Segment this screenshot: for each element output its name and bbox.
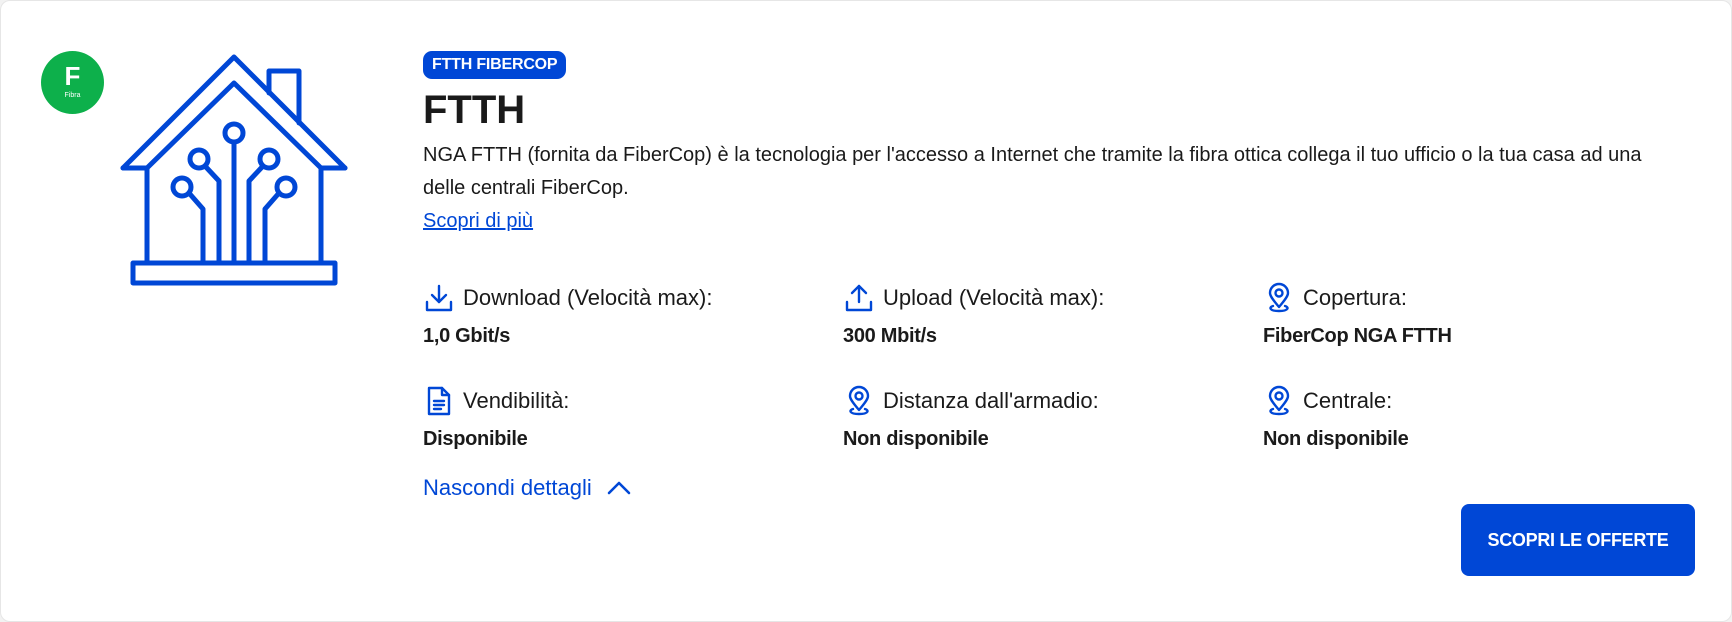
technology-badge: F Fibra <box>41 51 104 114</box>
technology-info: FTTH FIBERCOP FTTH NGA FTTH (fornita da … <box>423 51 1693 235</box>
location-pin-icon <box>1268 385 1290 416</box>
badge-subtitle: Fibra <box>64 92 81 99</box>
badge-letter: F <box>64 61 81 91</box>
technology-title: FTTH <box>423 88 526 132</box>
spec-download: Download (Velocità max): 1,0 Gbit/s <box>423 281 823 348</box>
location-pin-icon <box>848 385 870 416</box>
technology-chip: FTTH FIBERCOP <box>423 51 567 79</box>
upload-icon <box>845 284 873 312</box>
spec-availability: Vendibilità: Disponibile <box>423 384 823 451</box>
learn-more-link[interactable]: Scopri di più <box>423 207 533 235</box>
spec-label: Download (Velocità max): <box>463 285 713 310</box>
spec-value: FiberCop NGA FTTH <box>1263 325 1452 347</box>
smart-house-icon <box>120 54 348 286</box>
spec-label: Distanza dall'armadio: <box>883 388 1099 413</box>
spec-upload: Upload (Velocità max): 300 Mbit/s <box>843 281 1243 348</box>
spec-cabinet-distance: Distanza dall'armadio: Non disponibile <box>843 384 1243 451</box>
hide-details-toggle[interactable]: Nascondi dettagli <box>423 475 632 501</box>
technology-specs: Download (Velocità max): 1,0 Gbit/s Uplo… <box>423 281 1683 461</box>
spec-value: 1,0 Gbit/s <box>423 325 511 347</box>
hide-details-label: Nascondi dettagli <box>423 475 592 500</box>
technology-description: NGA FTTH (fornita da FiberCop) è la tecn… <box>423 144 1642 199</box>
spec-value: Non disponibile <box>1263 428 1409 450</box>
spec-value: Disponibile <box>423 428 528 450</box>
spec-label: Centrale: <box>1303 388 1393 413</box>
download-icon <box>425 284 453 312</box>
spec-value: Non disponibile <box>843 428 989 450</box>
spec-central-office: Centrale: Non disponibile <box>1263 384 1663 451</box>
spec-coverage: Copertura: FiberCop NGA FTTH <box>1263 281 1663 348</box>
spec-label: Vendibilità: <box>463 388 570 413</box>
spec-label: Upload (Velocità max): <box>883 285 1105 310</box>
spec-label: Copertura: <box>1303 285 1407 310</box>
discover-offers-button[interactable]: SCOPRI LE OFFERTE <box>1461 504 1695 576</box>
spec-value: 300 Mbit/s <box>843 325 937 347</box>
technology-card: F Fibra FTTH FIBERCOP FTTH NGA FTTH (for… <box>0 0 1732 622</box>
document-icon <box>427 386 451 416</box>
chevron-up-icon <box>607 481 631 495</box>
location-pin-icon <box>1268 282 1290 313</box>
